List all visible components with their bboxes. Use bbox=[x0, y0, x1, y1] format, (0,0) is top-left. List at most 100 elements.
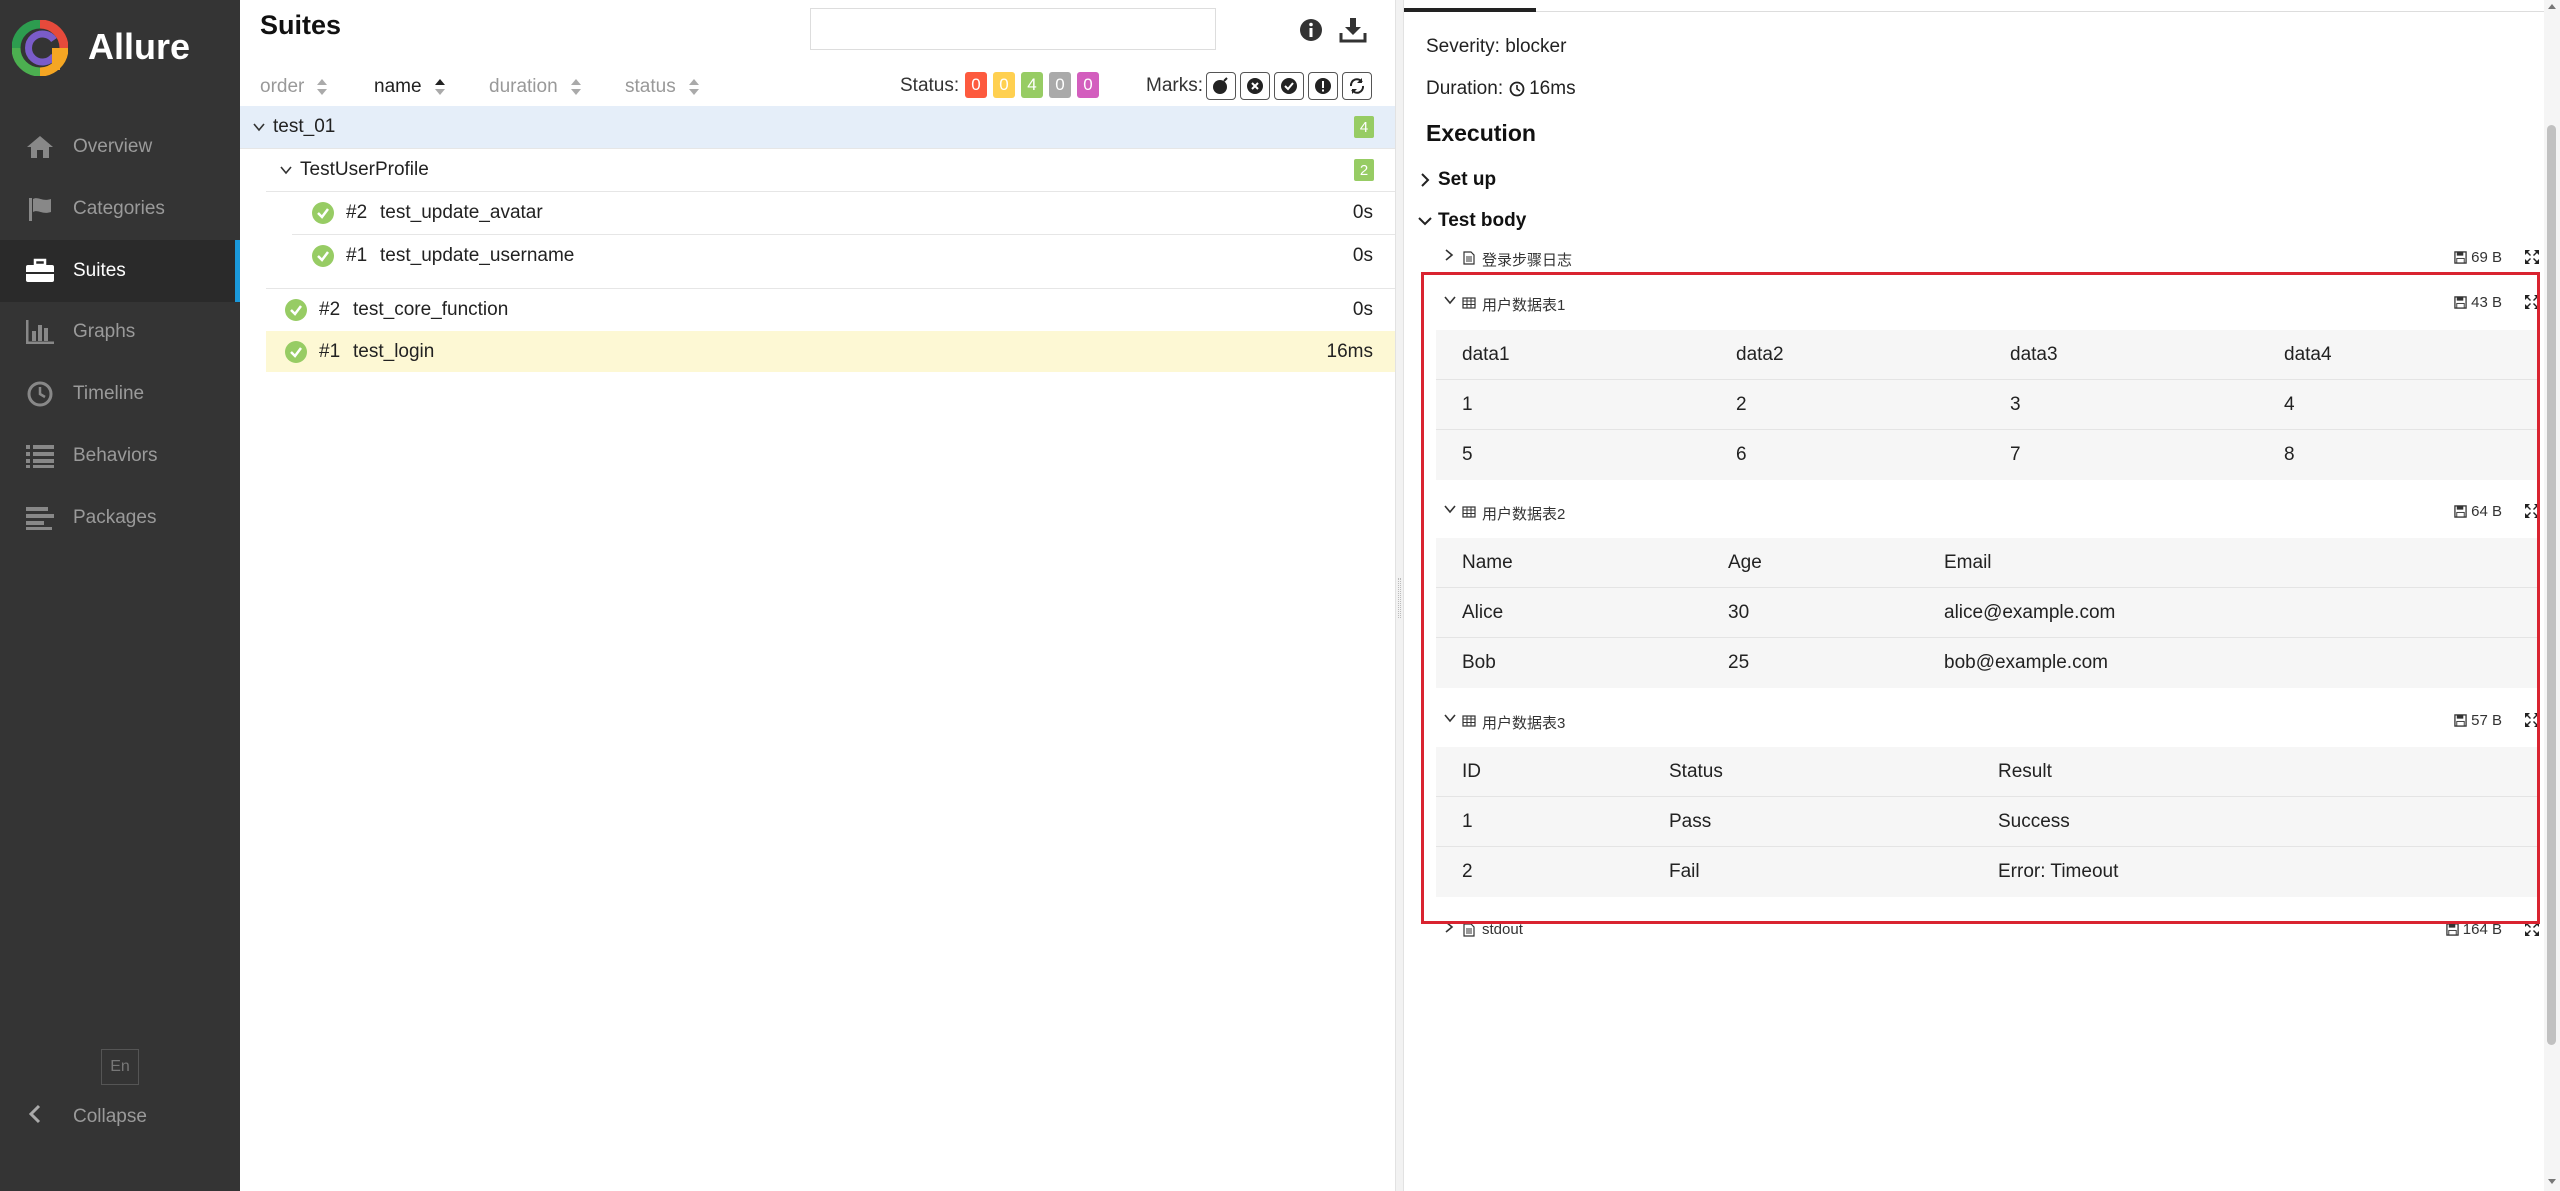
expand-icon[interactable] bbox=[2524, 249, 2540, 265]
status-skipped-badge[interactable]: 0 bbox=[1049, 72, 1071, 98]
home-icon bbox=[24, 131, 56, 163]
scroll-up-arrow-icon[interactable] bbox=[2547, 2, 2557, 10]
clock-icon bbox=[1509, 81, 1525, 97]
table-cell: alice@example.com bbox=[1944, 602, 2116, 623]
attachment-row[interactable]: 登录步骤日志 69 B bbox=[1444, 246, 2539, 272]
table-cell: Bob bbox=[1462, 652, 1496, 673]
status-failed-badge[interactable]: 0 bbox=[965, 72, 987, 98]
test-duration: 0s bbox=[1352, 202, 1373, 223]
sidebar-item-overview[interactable]: Overview bbox=[0, 116, 240, 178]
sidebar-item-label: Behaviors bbox=[73, 445, 158, 466]
sidebar-item-packages[interactable]: Packages bbox=[0, 487, 240, 549]
tree-node-group[interactable]: TestUserProfile 2 bbox=[240, 149, 1395, 191]
sidebar-item-suites[interactable]: Suites bbox=[0, 240, 240, 302]
language-button[interactable]: En bbox=[101, 1049, 139, 1085]
scrollbar[interactable] bbox=[2544, 0, 2560, 1191]
table-row: 1 Pass Success bbox=[1436, 797, 2538, 847]
attachment-size-value: 64 B bbox=[2471, 503, 2502, 520]
table-row[interactable]: #1 test_update_username 0s bbox=[240, 235, 1395, 277]
sort-status[interactable]: status bbox=[625, 76, 700, 98]
test-number: #2 bbox=[346, 202, 368, 223]
test-detail-pane: Severity: blocker Duration: 16ms Executi… bbox=[1404, 0, 2560, 1191]
passed-check-icon bbox=[312, 202, 334, 224]
table-row[interactable]: #2 test_update_avatar 0s bbox=[240, 192, 1395, 234]
expand-icon[interactable] bbox=[2524, 503, 2540, 519]
tree-node-root[interactable]: test_01 4 bbox=[240, 106, 1395, 148]
table-cell: 7 bbox=[2010, 444, 2021, 465]
table-row-selected[interactable]: #1 test_login 16ms bbox=[266, 331, 1395, 372]
table-header-cell: data1 bbox=[1462, 344, 1510, 365]
setup-section[interactable]: Set up bbox=[1418, 169, 1496, 191]
sidebar-item-graphs[interactable]: Graphs bbox=[0, 301, 240, 363]
table-header-cell: Result bbox=[1998, 761, 2052, 782]
save-icon bbox=[2454, 251, 2467, 264]
sort-order[interactable]: order bbox=[260, 76, 328, 98]
attachment-row[interactable]: 用户数据表3 57 B bbox=[1444, 709, 2539, 735]
table-header-row: data1 data2 data3 data4 bbox=[1436, 330, 2538, 380]
chevron-down-icon bbox=[280, 166, 292, 175]
table-row[interactable]: #2 test_core_function 0s bbox=[240, 289, 1395, 330]
test-number: #1 bbox=[346, 245, 368, 266]
sidebar-item-label: Categories bbox=[73, 198, 165, 219]
attachment-name: stdout bbox=[1482, 921, 1523, 938]
test-name: test_update_username bbox=[380, 245, 575, 266]
collapse-button[interactable]: Collapse bbox=[0, 1095, 240, 1139]
new-passed-mark-icon[interactable] bbox=[1274, 72, 1304, 100]
sidebar-item-label: Packages bbox=[73, 507, 157, 528]
app-name: Allure bbox=[88, 26, 191, 67]
attachment-size-value: 43 B bbox=[2471, 294, 2502, 311]
sort-bar: order name duration status Status: 0 0 4… bbox=[240, 68, 1395, 106]
table-cell: 30 bbox=[1728, 602, 1750, 623]
retries-mark-icon[interactable] bbox=[1342, 72, 1372, 100]
duration-value: 16ms bbox=[1529, 78, 1576, 99]
count-badge: 2 bbox=[1354, 159, 1374, 181]
search-input[interactable] bbox=[810, 8, 1216, 50]
logo[interactable]: Allure bbox=[0, 0, 240, 95]
new-failed-mark-icon[interactable] bbox=[1240, 72, 1270, 100]
sort-status-label: status bbox=[625, 76, 676, 97]
expand-icon[interactable] bbox=[2524, 712, 2540, 728]
scroll-down-arrow-icon[interactable] bbox=[2547, 1178, 2557, 1186]
sidebar-item-categories[interactable]: Categories bbox=[0, 178, 240, 240]
scrollbar-thumb[interactable] bbox=[2547, 125, 2556, 1045]
marks-label: Marks: bbox=[1146, 75, 1203, 96]
resize-grip-icon[interactable] bbox=[1398, 578, 1401, 618]
sort-asc-icon bbox=[434, 79, 445, 95]
sort-duration[interactable]: duration bbox=[489, 76, 582, 98]
expand-icon[interactable] bbox=[2524, 294, 2540, 310]
sidebar: Allure Overview Categories Suites Graphs… bbox=[0, 0, 240, 1191]
save-icon bbox=[2446, 923, 2459, 936]
table-cell: Success bbox=[1998, 811, 2070, 832]
file-text-icon bbox=[1463, 251, 1475, 265]
status-broken-badge[interactable]: 0 bbox=[993, 72, 1015, 98]
attachment-size: 57 B bbox=[2454, 712, 2502, 729]
sort-name[interactable]: name bbox=[374, 76, 446, 98]
table-cell: Error: Timeout bbox=[1998, 861, 2119, 882]
table-cell: Alice bbox=[1462, 602, 1504, 623]
test-body-section[interactable]: Test body bbox=[1418, 210, 1526, 232]
sidebar-item-timeline[interactable]: Timeline bbox=[0, 363, 240, 425]
table-header-cell: ID bbox=[1462, 761, 1481, 782]
severity-text: Severity: blocker bbox=[1426, 36, 1567, 57]
divider bbox=[1404, 11, 2544, 12]
download-icon[interactable] bbox=[1339, 16, 1367, 44]
flaky-mark-icon[interactable] bbox=[1206, 72, 1236, 100]
setup-label: Set up bbox=[1438, 169, 1497, 190]
attachment-row[interactable]: 用户数据表2 64 B bbox=[1444, 500, 2539, 526]
status-unknown-badge[interactable]: 0 bbox=[1077, 72, 1099, 98]
test-number: #2 bbox=[319, 299, 341, 320]
test-duration: 0s bbox=[1352, 245, 1373, 266]
attachment-row[interactable]: stdout 164 B bbox=[1444, 918, 2539, 944]
chevron-down-icon bbox=[1444, 714, 1456, 723]
chevron-right-icon bbox=[1445, 921, 1454, 933]
test-number: #1 bbox=[319, 341, 341, 362]
clock-icon bbox=[24, 378, 56, 410]
new-broken-mark-icon[interactable] bbox=[1308, 72, 1338, 100]
duration-label: Duration: bbox=[1426, 78, 1504, 99]
expand-icon[interactable] bbox=[2524, 921, 2540, 937]
table-header-cell: Status bbox=[1669, 761, 1723, 782]
info-icon[interactable] bbox=[1297, 16, 1325, 44]
attachment-row[interactable]: 用户数据表1 43 B bbox=[1444, 291, 2539, 317]
status-passed-badge[interactable]: 4 bbox=[1021, 72, 1043, 98]
sidebar-item-behaviors[interactable]: Behaviors bbox=[0, 425, 240, 487]
